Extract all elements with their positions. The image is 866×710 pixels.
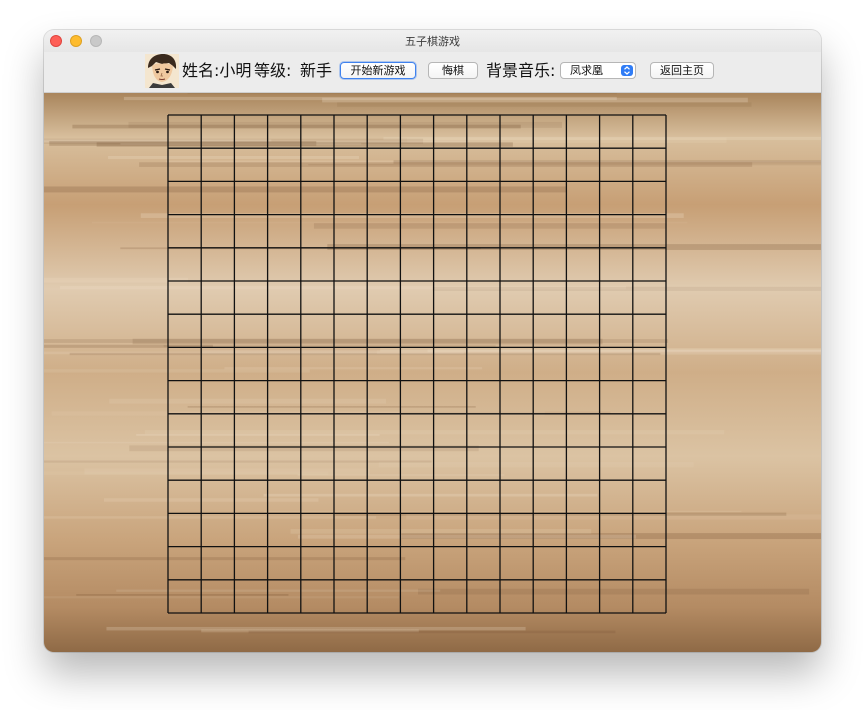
undo-button[interactable]: 悔棋 xyxy=(428,62,478,79)
gomoku-grid[interactable] xyxy=(44,93,821,652)
title-bar: 五子棋游戏 xyxy=(44,30,821,53)
select-chevron-icon xyxy=(621,65,633,76)
grid-lines xyxy=(167,114,667,614)
player-name: 姓名:小明 xyxy=(182,61,252,80)
new-game-button[interactable]: 开始新游戏 xyxy=(340,62,416,79)
window-title: 五子棋游戏 xyxy=(405,35,460,48)
level-value: 新手 xyxy=(300,61,333,80)
back-home-button[interactable]: 返回主页 xyxy=(650,62,714,79)
game-window: 五子棋游戏 姓名:小明 等级: 新手 开始新游戏 悔棋 背景音乐: 凤求凰 返回… xyxy=(44,30,821,652)
level-label: 等级: xyxy=(254,61,292,80)
music-select[interactable]: 凤求凰 xyxy=(560,62,636,79)
game-board-area[interactable] xyxy=(44,93,821,652)
avatar xyxy=(145,54,179,88)
music-select-value: 凤求凰 xyxy=(570,64,603,77)
toolbar: 姓名:小明 等级: 新手 开始新游戏 悔棋 背景音乐: 凤求凰 返回主页 xyxy=(44,52,821,93)
music-label: 背景音乐: xyxy=(486,61,556,80)
